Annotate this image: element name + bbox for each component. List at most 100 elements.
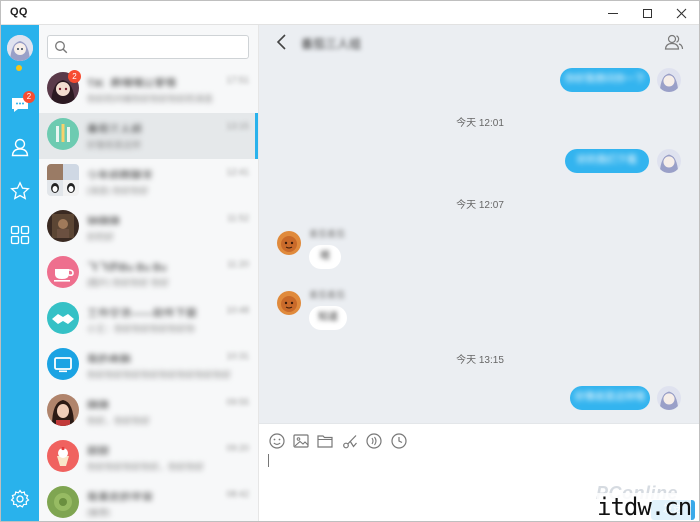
message-bubble-outgoing[interactable]: 好像就是这样哦 [570, 386, 650, 410]
conversation-item[interactable]: 我喜欢的宇宙 [推荐] 08:42 [39, 481, 259, 521]
history-icon [391, 433, 407, 449]
chat-title: 番茄三人组 [301, 37, 362, 51]
timestamp-divider: 今天 13:15 [456, 355, 504, 366]
conversation-time: 10:31 [226, 351, 249, 361]
my-chat-avatar[interactable] [657, 68, 681, 92]
conversation-preview: [推荐] [87, 508, 111, 517]
message-text: 你好我想问你一下 [565, 74, 645, 85]
send-image-button[interactable] [292, 432, 310, 450]
conversation-name: 甜甜 [87, 446, 109, 455]
message-text: 好像就是这样哦 [575, 392, 645, 403]
back-button[interactable] [275, 33, 289, 56]
contact-chat-avatar[interactable] [277, 291, 301, 315]
close-icon [676, 8, 686, 18]
conversation-name: 番茄三人组 [87, 124, 142, 133]
conversation-name: 钟晓晓 [87, 216, 120, 225]
conversation-avatar [47, 348, 79, 380]
navigation-rail: 2 [1, 25, 39, 521]
group-members-button[interactable] [664, 33, 684, 56]
conversation-name: 我喜欢的宇宙 [87, 492, 153, 501]
maximize-icon [642, 8, 652, 18]
conversation-avatar [47, 440, 79, 472]
timestamp-divider: 今天 12:07 [456, 200, 504, 211]
message-text: 知道 [318, 312, 338, 323]
conversation-item[interactable]: 钟晓晓 好的好 11:52 [39, 205, 259, 251]
conversation-preview: 小王：你好你好你好你好你 [87, 324, 196, 333]
conversation-name: 飞飞的Bu Bu Bu [87, 262, 167, 271]
message-text: 嗯 [320, 251, 330, 262]
conversation-name: TIK_鹿嘿嘿以爱情 [87, 78, 177, 87]
group-members-icon [664, 34, 684, 50]
conversation-item[interactable]: 晓晓 你好，你好你好 09:55 [39, 389, 259, 435]
conversation-preview: 好的好 [87, 232, 115, 241]
conversation-avatar [47, 210, 79, 242]
online-status-dot [16, 65, 22, 71]
send-file-button[interactable] [316, 432, 334, 450]
qq-window: QQ 2 2 TIK_鹿嘿嘿以爱情 你好的问候你好你好你好的消息 17:51 番… [0, 0, 700, 522]
unread-count-badge: 2 [68, 70, 81, 83]
my-avatar[interactable] [7, 35, 33, 61]
close-button[interactable] [661, 1, 699, 25]
emoji-button[interactable] [268, 432, 286, 450]
sender-name: 番茄番茄 [309, 290, 346, 300]
conversation-preview: [图片] 你好你好 你好 [87, 278, 170, 287]
conversation-avatar [47, 486, 79, 518]
conversation-time: 11:20 [227, 259, 249, 269]
title-bar: QQ [1, 1, 699, 25]
emoji-icon [269, 433, 285, 449]
conversation-item-active[interactable]: 番茄三人组 好像就是这样 13:15 [39, 113, 259, 159]
conversation-item[interactable]: 我的电脑 你好你好你好你好你好你好你好你好 10:31 [39, 343, 259, 389]
image-icon [293, 434, 309, 448]
conversation-item[interactable]: 甜甜 你好你好你好你好，你好你好 09:20 [39, 435, 259, 481]
message-bubble-incoming[interactable]: 嗯 [309, 245, 341, 269]
conversation-item[interactable]: 2 TIK_鹿嘿嘿以爱情 你好的问候你好你好你好的消息 17:51 [39, 67, 259, 113]
my-chat-avatar[interactable] [657, 149, 681, 173]
conversation-avatar [47, 164, 79, 196]
nav-favorites-button[interactable] [8, 179, 32, 203]
text-input-caret[interactable] [268, 454, 269, 467]
conversation-avatar [47, 256, 79, 288]
minimize-icon [608, 12, 618, 14]
conversation-item[interactable]: 少年组群聊天 [消息] 你好你好 12:41 [39, 159, 259, 205]
my-chat-avatar[interactable] [657, 386, 681, 410]
avatar-image [7, 35, 33, 61]
conversation-time: 09:55 [226, 397, 249, 407]
message-history-button[interactable] [390, 432, 408, 450]
conversation-preview: 好像就是这样 [87, 140, 142, 149]
chevron-left-icon [276, 34, 286, 50]
conversation-list-panel: 2 TIK_鹿嘿嘿以爱情 你好的问候你好你好你好的消息 17:51 番茄三人组 … [39, 25, 259, 521]
voice-button[interactable] [365, 432, 383, 450]
conversation-item[interactable]: 飞飞的Bu Bu Bu [图片] 你好你好 你好 11:20 [39, 251, 259, 297]
message-bubble-outgoing[interactable]: 你好我想问你一下 [560, 68, 650, 92]
contact-chat-avatar[interactable] [277, 231, 301, 255]
search-icon [55, 41, 68, 54]
voice-icon [366, 433, 382, 449]
conversation-time: 17:51 [226, 75, 249, 85]
timestamp-divider: 今天 12:01 [456, 118, 504, 129]
conversation-name: 我的电脑 [87, 354, 131, 363]
conversation-item[interactable]: 工作交流——软件下载 小王：你好你好你好你好你 10:48 [39, 297, 259, 343]
nav-contacts-button[interactable] [8, 135, 32, 159]
app-title: QQ [10, 6, 28, 18]
contacts-icon [11, 138, 29, 157]
favorites-icon [10, 181, 30, 200]
apps-icon [10, 225, 30, 245]
conversation-preview: 你好，你好你好 [87, 416, 151, 425]
message-bubble-outgoing[interactable]: 好的我们下载 [565, 149, 649, 173]
nav-settings-button[interactable] [8, 487, 32, 511]
search-input[interactable] [72, 39, 242, 55]
search-box[interactable] [47, 35, 249, 59]
active-item-indicator [255, 113, 258, 159]
nav-apps-button[interactable] [8, 223, 32, 247]
message-bubble-incoming[interactable]: 知道 [309, 306, 347, 330]
conversation-time: 08:42 [226, 489, 249, 499]
conversation-preview: [消息] 你好你好 [87, 186, 149, 195]
conversation-time: 12:41 [226, 167, 249, 177]
settings-icon [10, 489, 30, 508]
conversation-preview: 你好的问候你好你好你好的消息 [87, 94, 214, 103]
unread-badge: 2 [23, 91, 35, 103]
screenshot-button[interactable] [341, 432, 359, 450]
scissors-icon [343, 435, 357, 449]
conversation-name: 晓晓 [87, 400, 109, 409]
chat-panel: 番茄三人组 你好我想问你一下 今天 12:01 好的我们下载 今天 12:07 … [259, 25, 699, 423]
